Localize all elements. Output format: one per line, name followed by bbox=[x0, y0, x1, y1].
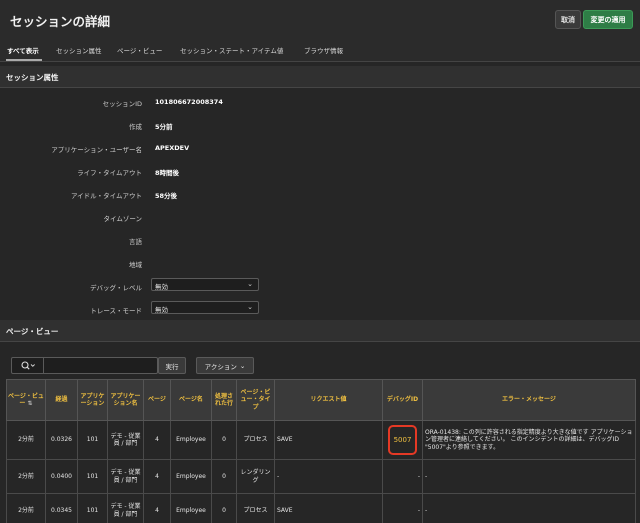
cell-request: SAVE bbox=[274, 420, 383, 460]
attr-value-user: APEXDEV bbox=[155, 144, 190, 152]
trace-mode-value: 無効 bbox=[155, 306, 168, 314]
table-row: 2分前 0.0400 101 デモ - 従業員 / 部門 4 Employee … bbox=[6, 459, 636, 494]
column-header[interactable]: ページ bbox=[143, 379, 171, 421]
section-title: ページ・ビュー bbox=[6, 327, 59, 336]
cell-error: ORA-01438: この列に許容される指定精度より大きな値です アプリケーショ… bbox=[422, 420, 636, 460]
cell-app-name: デモ - 従業員 / 部門 bbox=[107, 459, 144, 494]
cell-app-name: デモ - 従業員 / 部門 bbox=[107, 420, 144, 460]
cancel-button[interactable]: 取消 bbox=[555, 10, 581, 29]
search-icon bbox=[20, 361, 35, 370]
active-tab-indicator bbox=[6, 59, 42, 61]
go-button[interactable]: 実行 bbox=[158, 357, 186, 374]
cell-elapsed: 0.0400 bbox=[45, 459, 78, 494]
cell-page: 4 bbox=[143, 459, 171, 494]
search-input[interactable] bbox=[46, 359, 156, 372]
column-header[interactable]: 経過 bbox=[45, 379, 78, 421]
chevron-down-icon: ⌄ bbox=[247, 280, 253, 288]
chevron-down-icon: ⌄ bbox=[239, 361, 246, 370]
cell-elapsed: 0.0345 bbox=[45, 493, 78, 523]
trace-mode-label: トレース・モード bbox=[90, 307, 142, 315]
page-views-report: ページ・ビュー ⇅ 経過 アプリケーション アプリケーション名 ページ ページ名… bbox=[6, 379, 636, 523]
debug-level-value: 無効 bbox=[155, 283, 168, 291]
page-header: セッションの詳細 取消 変更の適用 bbox=[0, 0, 640, 38]
cell-rows: 0 bbox=[211, 420, 237, 460]
attr-value-session-id: 101806672008374 bbox=[155, 98, 223, 106]
column-header[interactable]: ページ・ビュー・タイプ bbox=[236, 379, 275, 421]
debug-level-select[interactable]: 無効 ⌄ bbox=[151, 278, 259, 291]
page-views-header: ページ・ビュー bbox=[0, 320, 640, 342]
tab-session-state[interactable]: セッション・ステート・アイテム値 bbox=[180, 45, 283, 55]
cell-request: - bbox=[274, 459, 383, 494]
cell-error: - bbox=[422, 459, 636, 494]
cell-type: レンダリング bbox=[236, 459, 275, 494]
page-title: セッションの詳細 bbox=[10, 14, 111, 29]
cell-type: プロセス bbox=[236, 420, 275, 460]
sort-icon: ⇅ bbox=[25, 400, 33, 407]
cell-rows: 0 bbox=[211, 493, 237, 523]
cell-request: SAVE bbox=[274, 493, 383, 523]
cell-page: 4 bbox=[143, 420, 171, 460]
cell-debug: - bbox=[382, 459, 423, 494]
column-header[interactable]: デバッグID bbox=[382, 379, 423, 421]
column-header[interactable]: ページ名 bbox=[170, 379, 212, 421]
region-tabs: すべて表示 セッション属性 ページ・ビュー セッション・ステート・アイテム値 ブ… bbox=[0, 38, 640, 62]
trace-mode-select[interactable]: 無効 ⌄ bbox=[151, 301, 259, 314]
cell-page-name: Employee bbox=[170, 493, 212, 523]
cell-view: 2分前 bbox=[6, 493, 46, 523]
table-row: 2分前 0.0326 101 デモ - 従業員 / 部門 4 Employee … bbox=[6, 420, 636, 460]
cell-app: 101 bbox=[77, 459, 108, 494]
cell-page-name: Employee bbox=[170, 420, 212, 460]
search-column-dropdown[interactable] bbox=[12, 358, 44, 373]
attr-value-idle-timeout: 58分後 bbox=[155, 192, 178, 200]
actions-menu-button[interactable]: アクション ⌄ bbox=[196, 357, 254, 374]
search-field[interactable] bbox=[11, 357, 158, 374]
actions-label: アクション bbox=[204, 362, 237, 371]
attr-label-session-id: セッションID bbox=[102, 100, 142, 108]
table-row: 2分前 0.0345 101 デモ - 従業員 / 部門 4 Employee … bbox=[6, 493, 636, 523]
attr-value-life-timeout: 8時間後 bbox=[155, 169, 180, 177]
tab-page-views[interactable]: ページ・ビュー bbox=[117, 45, 162, 55]
cell-elapsed: 0.0326 bbox=[45, 420, 78, 460]
cell-rows: 0 bbox=[211, 459, 237, 494]
cell-view: 2分前 bbox=[6, 420, 46, 460]
debug-id-link[interactable]: 5007 bbox=[387, 424, 418, 456]
cell-app: 101 bbox=[77, 420, 108, 460]
tab-show-all[interactable]: すべて表示 bbox=[7, 45, 39, 55]
debug-level-label: デバッグ・レベル bbox=[90, 284, 142, 292]
column-header[interactable]: 処理された行 bbox=[211, 379, 237, 421]
session-attributes-header: セッション属性 bbox=[0, 66, 640, 88]
cell-error: - bbox=[422, 493, 636, 523]
section-title: セッション属性 bbox=[6, 73, 59, 82]
cell-type: プロセス bbox=[236, 493, 275, 523]
attr-label-life-timeout: ライフ・タイムアウト bbox=[77, 169, 142, 177]
attr-label-language: 言語 bbox=[129, 238, 142, 246]
attr-label-user: アプリケーション・ユーザー名 bbox=[51, 146, 142, 154]
attr-label-timezone: タイムゾーン bbox=[103, 215, 142, 223]
cell-app: 101 bbox=[77, 493, 108, 523]
column-header[interactable]: ページ・ビュー ⇅ bbox=[6, 379, 46, 421]
attr-value-created: 5分前 bbox=[155, 123, 173, 131]
cell-debug: 5007 bbox=[382, 420, 423, 460]
apply-changes-button[interactable]: 変更の適用 bbox=[583, 10, 633, 29]
cell-page-name: Employee bbox=[170, 459, 212, 494]
column-header[interactable]: エラー・メッセージ bbox=[422, 379, 636, 421]
cell-app-name: デモ - 従業員 / 部門 bbox=[107, 493, 144, 523]
attr-label-territory: 地域 bbox=[129, 261, 142, 269]
tab-session-attributes[interactable]: セッション属性 bbox=[56, 45, 102, 55]
attr-label-created: 作成 bbox=[129, 123, 142, 131]
cell-page: 4 bbox=[143, 493, 171, 523]
chevron-down-icon: ⌄ bbox=[247, 303, 253, 311]
cell-debug: - bbox=[382, 493, 423, 523]
attr-label-idle-timeout: アイドル・タイムアウト bbox=[70, 192, 142, 200]
cell-view: 2分前 bbox=[6, 459, 46, 494]
column-header[interactable]: アプリケーション bbox=[77, 379, 108, 421]
column-header[interactable]: アプリケーション名 bbox=[107, 379, 144, 421]
tab-browser-info[interactable]: ブラウザ情報 bbox=[304, 45, 343, 55]
column-header[interactable]: リクエスト値 bbox=[274, 379, 383, 421]
